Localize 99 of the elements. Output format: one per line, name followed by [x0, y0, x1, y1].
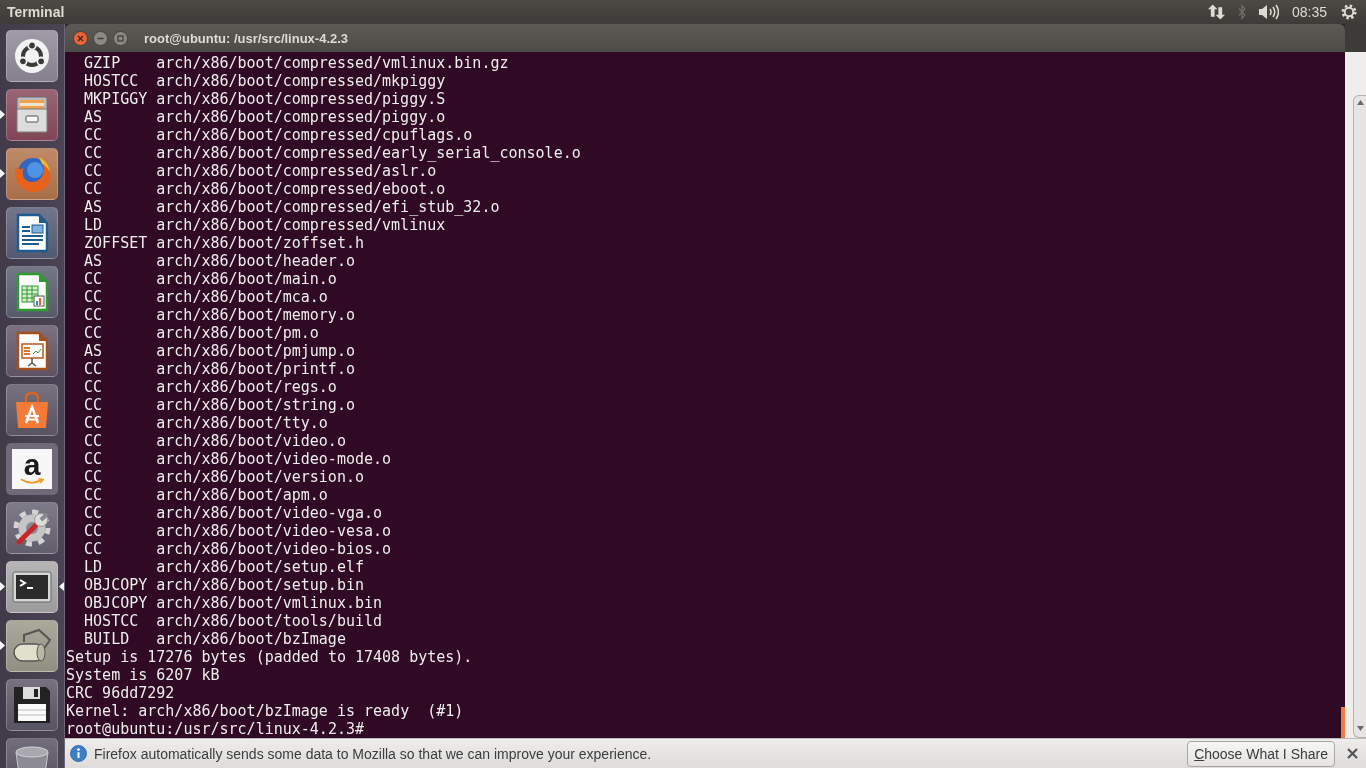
- close-icon[interactable]: [73, 30, 88, 46]
- file-path: arch/x86/boot/compressed/aslr.o: [156, 162, 437, 180]
- file-path: arch/x86/boot/main.o: [156, 270, 337, 288]
- build-command: CC: [84, 414, 103, 432]
- file-path: arch/x86/boot/compressed/vmlinux.bin.gz: [156, 54, 509, 72]
- fox-globe-icon: [12, 154, 52, 194]
- build-command: AS: [84, 252, 103, 270]
- file-path: arch/x86/boot/setup.bin: [156, 576, 364, 594]
- file-path: arch/x86/boot/pmjump.o: [156, 342, 355, 360]
- file-path: arch/x86/boot/tty.o: [156, 414, 328, 432]
- build-command: AS: [84, 108, 103, 126]
- build-command: MKPIGGY: [84, 90, 148, 108]
- shell-prompt: root@ubuntu:/usr/src/linux-4.2.3#: [66, 720, 364, 738]
- maximize-icon[interactable]: [113, 30, 128, 46]
- file-path: arch/x86/boot/vmlinux.bin: [156, 594, 383, 612]
- build-command: CC: [84, 180, 103, 198]
- build-command: CC: [84, 162, 103, 180]
- build-command: AS: [84, 342, 103, 360]
- file-path: arch/x86/boot/compressed/cpuflags.o: [156, 126, 473, 144]
- choose-what-i-share-button[interactable]: Choose What I Share: [1187, 740, 1335, 767]
- file-path: arch/x86/boot/video-mode.o: [156, 450, 392, 468]
- file-path: arch/x86/boot/video-vga.o: [156, 504, 383, 522]
- file-path: arch/x86/boot/compressed/eboot.o: [156, 180, 446, 198]
- build-command: BUILD: [84, 630, 130, 648]
- build-command: CC: [84, 468, 103, 486]
- build-command: HOSTCC: [84, 72, 139, 90]
- file-path: arch/x86/boot/tools/build: [156, 612, 383, 630]
- notification-message: Firefox automatically sends some data to Mozilla so that we can improve your experience.: [94, 745, 653, 762]
- file-path: arch/x86/boot/video-vesa.o: [156, 522, 392, 540]
- build-command: CC: [84, 360, 103, 378]
- file-path: arch/x86/boot/memory.o: [156, 306, 355, 324]
- build-command: CC: [84, 288, 103, 306]
- build-command: CC: [84, 432, 103, 450]
- output-line: Kernel: arch/x86/boot/bzImage is ready (#1): [66, 702, 464, 720]
- launcher-button[interactable]: [6, 266, 58, 318]
- build-command: ZOFFSET: [84, 234, 148, 252]
- build-command: AS: [84, 198, 103, 216]
- wrench-gear-icon: [12, 508, 52, 548]
- output-line: CRC 96dd7292: [66, 684, 175, 702]
- build-command: CC: [84, 126, 103, 144]
- file-path: arch/x86/boot/compressed/vmlinux: [156, 216, 446, 234]
- file-path: arch/x86/boot/mca.o: [156, 288, 328, 306]
- file-path: arch/x86/boot/compressed/piggy.S: [156, 90, 446, 108]
- build-command: LD: [84, 558, 103, 576]
- file-path: arch/x86/boot/compressed/early_serial_console.o: [156, 144, 581, 162]
- app-title: Terminal: [7, 4, 65, 20]
- build-command: CC: [84, 324, 103, 342]
- build-command: CC: [84, 144, 103, 162]
- build-command: CC: [84, 540, 103, 558]
- output-line: System is 6207 kB: [66, 666, 220, 684]
- file-path: arch/x86/boot/video-bios.o: [156, 540, 392, 558]
- scrollbar[interactable]: [1353, 95, 1366, 738]
- close-icon[interactable]: [1347, 748, 1358, 759]
- file-path: arch/x86/boot/zoffset.h: [156, 234, 364, 252]
- build-command: LD: [84, 216, 103, 234]
- file-path: arch/x86/boot/apm.o: [156, 486, 328, 504]
- file-path: arch/x86/boot/pm.o: [156, 324, 319, 342]
- file-path: arch/x86/boot/printf.o: [156, 360, 355, 378]
- launcher-button[interactable]: [6, 207, 58, 259]
- build-command: CC: [84, 396, 103, 414]
- launcher-button[interactable]: [6, 561, 58, 613]
- clock[interactable]: 08:35: [1291, 4, 1327, 20]
- file-path: arch/x86/boot/setup.elf: [156, 558, 364, 576]
- build-command: CC: [84, 504, 103, 522]
- build-command: CC: [84, 270, 103, 288]
- build-command: CC: [84, 522, 103, 540]
- build-command: HOSTCC: [84, 612, 139, 630]
- build-command: CC: [84, 378, 103, 396]
- file-path: arch/x86/boot/version.o: [156, 468, 364, 486]
- build-command: GZIP: [84, 54, 121, 72]
- build-command: OBJCOPY: [84, 594, 148, 612]
- up-down-arrows-icon[interactable]: [1207, 4, 1225, 20]
- launcher-button[interactable]: [6, 679, 58, 731]
- file-path: arch/x86/boot/video.o: [156, 432, 346, 450]
- info-icon: [70, 745, 87, 762]
- build-command: OBJCOPY: [84, 576, 148, 594]
- up-arrow-icon[interactable]: [1356, 100, 1364, 105]
- build-command: CC: [84, 306, 103, 324]
- file-path: arch/x86/boot/compressed/mkpiggy: [156, 72, 446, 90]
- launcher-button[interactable]: [6, 384, 58, 436]
- down-arrow-icon[interactable]: [1356, 726, 1364, 731]
- smile-arrow-icon: [20, 477, 44, 486]
- output-line: Setup is 17276 bytes (padded to 17408 bytes).: [66, 648, 473, 666]
- launcher-button[interactable]: a: [6, 443, 58, 495]
- file-path: arch/x86/boot/compressed/piggy.o: [156, 108, 446, 126]
- file-path: arch/x86/boot/compressed/efi_stub_32.o: [156, 198, 500, 216]
- launcher-button[interactable]: [6, 325, 58, 377]
- file-path: arch/x86/boot/bzImage: [156, 630, 346, 648]
- gear-icon[interactable]: [1341, 4, 1357, 20]
- ring-logo-icon: [12, 36, 52, 76]
- speaker-icon[interactable]: [1258, 4, 1279, 20]
- launcher-button[interactable]: [6, 30, 58, 82]
- file-path: arch/x86/boot/regs.o: [156, 378, 337, 396]
- build-command: CC: [84, 486, 103, 504]
- window-title: root@ubuntu: /usr/src/linux-4.2.3: [144, 30, 349, 46]
- file-path: arch/x86/boot/header.o: [156, 252, 355, 270]
- minimize-icon[interactable]: [93, 30, 108, 46]
- file-path: arch/x86/boot/string.o: [156, 396, 355, 414]
- build-command: CC: [84, 450, 103, 468]
